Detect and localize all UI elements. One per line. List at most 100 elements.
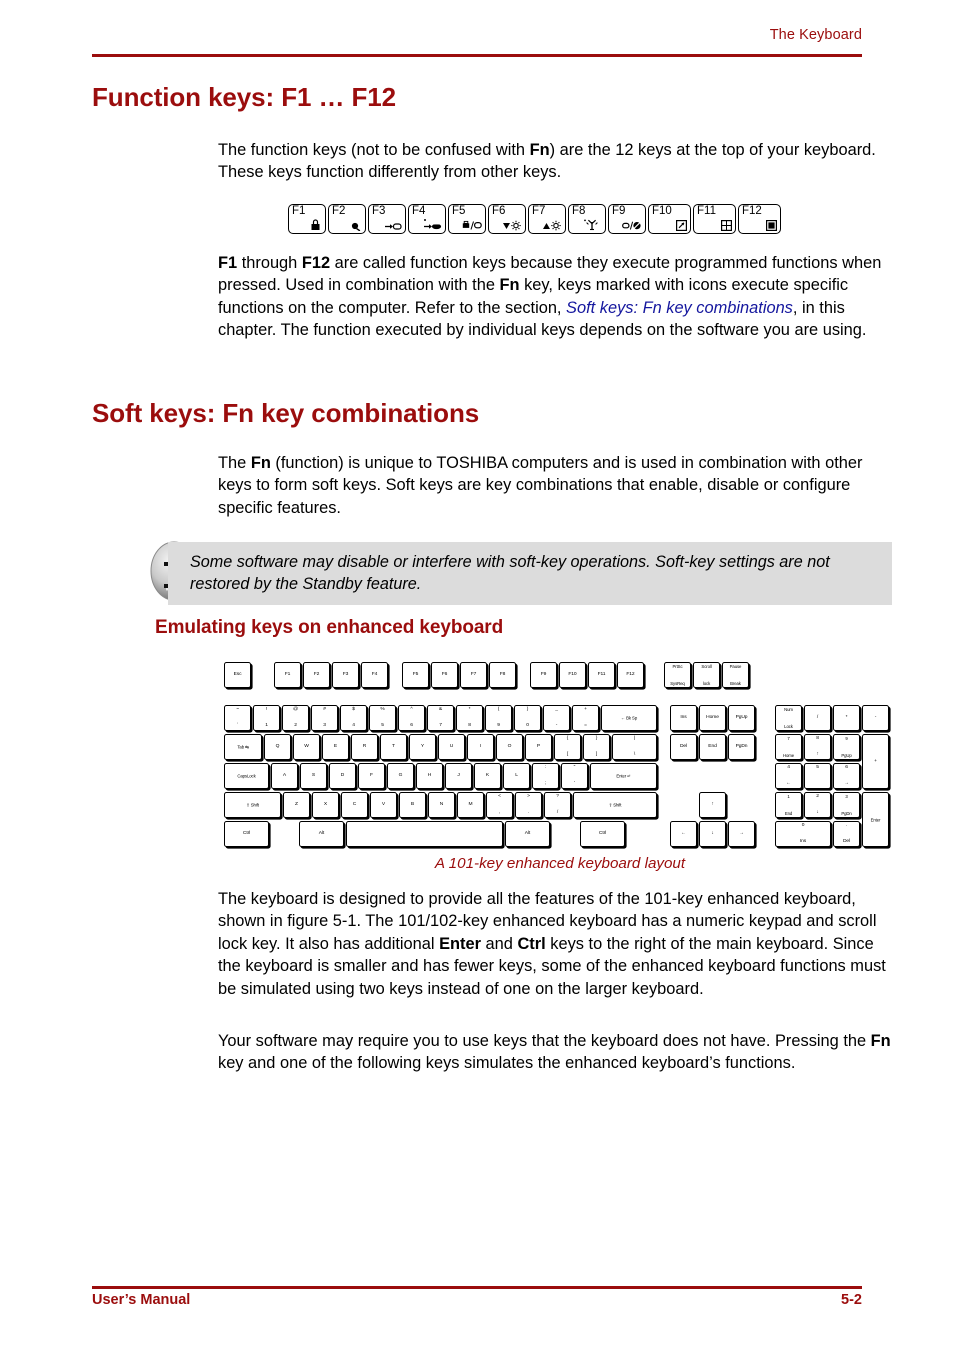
header-title: The Keyboard [769, 27, 862, 43]
key-label: X [323, 802, 328, 808]
link-soft-keys-fn-key-combinations[interactable]: Soft keys: Fn key combinations [566, 299, 793, 317]
key-label-top: 3 [845, 794, 848, 800]
key-label: * [845, 715, 848, 721]
brightness-up-icon [543, 220, 561, 231]
keyboard-key: 0 Ins [775, 821, 831, 847]
key-label: F8 [499, 672, 506, 678]
keyboard-key: Num Lock [775, 705, 802, 731]
standby-icon [385, 223, 402, 230]
key-label-top: " [573, 765, 576, 771]
key-label: Alt [524, 831, 531, 837]
key-label: F6 [441, 672, 448, 678]
keyboard-key: | \ [612, 734, 657, 760]
key-label-top: Num [784, 707, 793, 713]
fn-bold-4: Fn [870, 1032, 891, 1050]
key-label: F5 [412, 672, 419, 678]
keyboard-key: {[ [554, 734, 581, 760]
fkey-f5-label: F5 [452, 205, 466, 217]
keyboard-key: ! 1 [253, 705, 280, 731]
keyboard-key: Del [670, 734, 697, 760]
key-label-top: 1 [787, 794, 790, 800]
keyboard-key: ~ ` [224, 705, 251, 731]
key-label: H [427, 773, 432, 779]
fkey-f7-label: F7 [532, 205, 546, 217]
key-label-bottom: 1 [265, 723, 268, 729]
keyboard-key: ⇧ Shift [224, 792, 281, 818]
keyboard-key: 3 PgDn [833, 792, 860, 818]
keyboard-key: Alt [299, 821, 344, 847]
keyboard-key: <, [486, 792, 513, 818]
key-label: A [282, 773, 287, 779]
paragraph-soft-keys-intro: The Fn (function) is unique to TOSHIBA c… [218, 452, 892, 519]
fkey-f9-label: F9 [612, 205, 626, 217]
key-label-bottom: / [556, 810, 559, 816]
key-label: Y [420, 744, 425, 750]
key-label: Tab ⇆ [237, 744, 249, 750]
key-label-top: } [595, 736, 598, 742]
key-label: F7 [470, 672, 477, 678]
key-label-top: * [468, 707, 471, 713]
key-label: N [439, 802, 444, 808]
paragraph-emulating-1: The keyboard is designed to provide all … [218, 888, 892, 1000]
fkey-f1: F1 [288, 204, 326, 234]
keyboard-key: #3 [311, 705, 338, 731]
scroll-lock-icon [766, 220, 777, 231]
key-label-top: 2 [816, 794, 819, 800]
keyboard-key: - [862, 705, 889, 731]
fkey-f2: F2 [328, 204, 366, 234]
key-label-top: 5 [816, 765, 819, 771]
keyboard-key: ) 0 [514, 705, 541, 731]
keyboard-key: Enter ↵ [590, 763, 657, 789]
fkey-f7: F7 [528, 204, 566, 234]
keyboard-key: Q [264, 734, 291, 760]
key-label-top: ? [556, 794, 559, 800]
paragraph-function-keys-intro: The function keys (not to be confused wi… [218, 139, 892, 184]
paragraph-function-keys-detail: F1 through F12 are called function keys … [218, 252, 892, 342]
key-label: O [507, 744, 512, 750]
arrow-mode-icon [676, 220, 687, 231]
key-label: CapsLock [237, 773, 256, 779]
keyboard-key: Enter [862, 792, 889, 847]
key-label: ← [681, 831, 686, 837]
key-label: U [449, 744, 454, 750]
keyboard-key: ? / [544, 792, 571, 818]
key-label-bottom: 6 [410, 723, 413, 729]
key-label-top: ~ [236, 707, 239, 713]
key-label: Alt [318, 831, 325, 837]
key-label-bottom: . [527, 810, 530, 816]
keyboard-key: F10 [559, 662, 586, 688]
key-label-bottom: lock [702, 680, 711, 686]
keyboard-key: Ctrl [224, 821, 269, 847]
keyboard-key: Home [699, 705, 726, 731]
f12-bold: F12 [301, 254, 331, 272]
keyboard-key: L [503, 763, 530, 789]
key-label: ← Bk Sp [620, 715, 638, 721]
keyboard-key [346, 821, 503, 847]
key-label-bottom: = [584, 723, 587, 729]
keyboard-key: 6 → [833, 763, 860, 789]
fkey-f3-label: F3 [372, 205, 386, 217]
key-label: K [485, 773, 490, 779]
keyboard-key: ^ 6 [398, 705, 425, 731]
document-page: The Keyboard Function keys: F1 … F12 The… [0, 0, 954, 1351]
key-label-top: Scroll [701, 664, 712, 670]
key-label-bottom: → [844, 781, 849, 787]
keyboard-key: X [312, 792, 339, 818]
key-label: B [410, 802, 415, 808]
key-label-top: & [438, 707, 443, 713]
keyboard-key: V [370, 792, 397, 818]
keyboard-key: CapsLock [224, 763, 269, 789]
keyboard-key: & 7 [427, 705, 454, 731]
key-label: F [370, 773, 373, 779]
keyboard-key: F9 [530, 662, 557, 688]
key-label: ↑ [711, 802, 714, 808]
key-label-bottom: ← [786, 781, 791, 787]
keyboard-key: T [380, 734, 407, 760]
key-label-top: | [633, 736, 636, 742]
keyboard-key: K [474, 763, 501, 789]
key-label-bottom: Home [782, 752, 795, 758]
fkey-f6-label: F6 [492, 205, 506, 217]
note-box: Some software may disable or interfere w… [168, 542, 892, 606]
key-label: T [392, 744, 395, 750]
key-label: W [304, 744, 309, 750]
